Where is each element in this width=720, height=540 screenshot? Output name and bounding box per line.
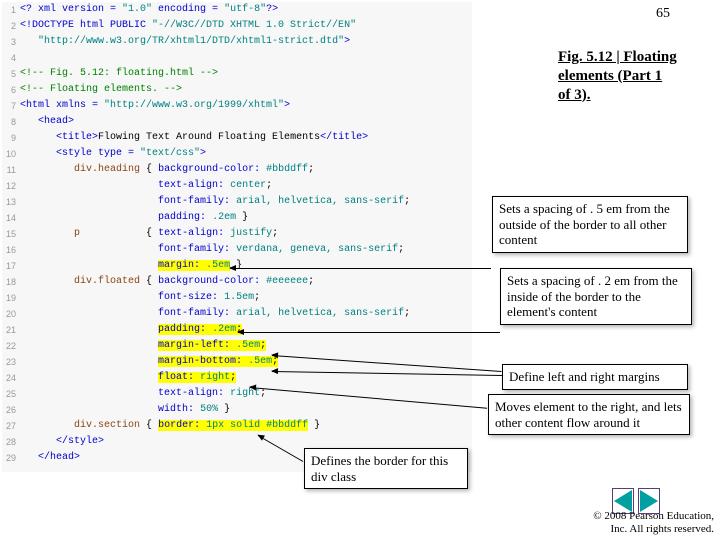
code-line: 20 font-family: arial, helvetica, sans-s…: [2, 306, 472, 322]
code-text: padding: .2em;: [20, 322, 242, 338]
code-text: <? xml version = "1.0" encoding = "utf-8…: [20, 2, 278, 18]
code-line: 22 margin-left: .5em;: [2, 338, 472, 354]
code-text: font-family: verdana, geneva, sans-serif…: [20, 242, 404, 258]
code-line: 15 p { text-align: justify;: [2, 226, 472, 242]
code-line: 5<!-- Fig. 5.12: floating.html -->: [2, 66, 472, 82]
code-text: font-family: arial, helvetica, sans-seri…: [20, 306, 410, 322]
code-line: 6<!-- Floating elements. -->: [2, 82, 472, 98]
line-number: 13: [2, 194, 20, 210]
code-block: 1<? xml version = "1.0" encoding = "utf-…: [2, 2, 472, 472]
code-text: <html xmlns = "http://www.w3.org/1999/xh…: [20, 98, 290, 114]
line-number: 6: [2, 82, 20, 98]
code-text: <!DOCTYPE html PUBLIC "-//W3C//DTD XHTML…: [20, 18, 356, 34]
code-text: text-align: right;: [20, 386, 266, 402]
code-line: 2<!DOCTYPE html PUBLIC "-//W3C//DTD XHTM…: [2, 18, 472, 34]
code-text: </style>: [20, 434, 104, 450]
line-number: 8: [2, 114, 20, 130]
code-text: <!-- Fig. 5.12: floating.html -->: [20, 66, 218, 82]
line-number: 14: [2, 210, 20, 226]
code-text: <head>: [20, 114, 74, 130]
code-text: font-family: arial, helvetica, sans-seri…: [20, 194, 410, 210]
line-number: 22: [2, 338, 20, 354]
line-number: 29: [2, 450, 20, 466]
annotation-margin-5em: Sets a spacing of . 5 em from the outsid…: [492, 196, 688, 253]
code-text: padding: .2em }: [20, 210, 248, 226]
arrow-icon: [230, 268, 491, 269]
code-text: </head>: [20, 450, 80, 466]
line-number: 20: [2, 306, 20, 322]
code-text: float: right;: [20, 370, 236, 386]
code-text: <title>Flowing Text Around Floating Elem…: [20, 130, 368, 146]
line-number: 12: [2, 178, 20, 194]
line-number: 27: [2, 418, 20, 434]
code-line: 11 div.heading { background-color: #bbdd…: [2, 162, 472, 178]
annotation-float-right: Moves element to the right, and lets oth…: [488, 394, 690, 435]
line-number: 1: [2, 2, 20, 18]
code-text: margin: .5em }: [20, 258, 242, 274]
slide-number: 65: [656, 6, 670, 22]
line-number: 24: [2, 370, 20, 386]
code-line: 27 div.section { border: 1px solid #bbdd…: [2, 418, 472, 434]
code-line: 23 margin-bottom: .5em;: [2, 354, 472, 370]
annotation-border: Defines the border for this div class: [304, 448, 468, 489]
code-text: <style type = "text/css">: [20, 146, 206, 162]
annotation-margins: Define left and right margins: [502, 364, 688, 390]
line-number: 28: [2, 434, 20, 450]
code-line: 1<? xml version = "1.0" encoding = "utf-…: [2, 2, 472, 18]
code-line: 9 <title>Flowing Text Around Floating El…: [2, 130, 472, 146]
code-line: 4: [2, 50, 472, 66]
line-number: 2: [2, 18, 20, 34]
code-text: div.heading { background-color: #bbddff;: [20, 162, 314, 178]
line-number: 26: [2, 402, 20, 418]
code-line: 13 font-family: arial, helvetica, sans-s…: [2, 194, 472, 210]
line-number: 21: [2, 322, 20, 338]
line-number: 18: [2, 274, 20, 290]
code-text: "http://www.w3.org/TR/xhtml1/DTD/xhtml1-…: [20, 34, 350, 50]
code-text: margin-left: .5em;: [20, 338, 266, 354]
line-number: 5: [2, 66, 20, 82]
line-number: 7: [2, 98, 20, 114]
code-text: font-size: 1.5em;: [20, 290, 260, 306]
figure-caption: Fig. 5.12 | Floating elements (Part 1 of…: [558, 48, 678, 104]
code-line: 19 font-size: 1.5em;: [2, 290, 472, 306]
code-text: div.floated { background-color: #eeeeee;: [20, 274, 314, 290]
code-line: 7<html xmlns = "http://www.w3.org/1999/x…: [2, 98, 472, 114]
code-line: 10 <style type = "text/css">: [2, 146, 472, 162]
code-line: 8 <head>: [2, 114, 472, 130]
code-text: text-align: center;: [20, 178, 272, 194]
line-number: 19: [2, 290, 20, 306]
code-line: 17 margin: .5em }: [2, 258, 472, 274]
line-number: 4: [2, 50, 20, 66]
annotation-padding-2em: Sets a spacing of . 2 em from the inside…: [500, 268, 692, 325]
line-number: 10: [2, 146, 20, 162]
line-number: 23: [2, 354, 20, 370]
line-number: 15: [2, 226, 20, 242]
footer-line2: Inc. All rights reserved.: [593, 523, 714, 536]
line-number: 9: [2, 130, 20, 146]
copyright-footer: © 2008 Pearson Education, Inc. All right…: [593, 510, 714, 536]
code-line: 12 text-align: center;: [2, 178, 472, 194]
footer-line1: © 2008 Pearson Education,: [593, 510, 714, 523]
code-line: 26 width: 50% }: [2, 402, 472, 418]
line-number: 11: [2, 162, 20, 178]
code-text: p { text-align: justify;: [20, 226, 278, 242]
line-number: 25: [2, 386, 20, 402]
code-line: 16 font-family: verdana, geneva, sans-se…: [2, 242, 472, 258]
line-number: 17: [2, 258, 20, 274]
code-text: width: 50% }: [20, 402, 230, 418]
code-text: div.section { border: 1px solid #bbddff …: [20, 418, 320, 434]
code-line: 3 "http://www.w3.org/TR/xhtml1/DTD/xhtml…: [2, 34, 472, 50]
line-number: 16: [2, 242, 20, 258]
arrow-icon: [238, 332, 500, 333]
code-line: 18 div.floated { background-color: #eeee…: [2, 274, 472, 290]
code-text: <!-- Floating elements. -->: [20, 82, 182, 98]
line-number: 3: [2, 34, 20, 50]
code-text: margin-bottom: .5em;: [20, 354, 278, 370]
code-line: 14 padding: .2em }: [2, 210, 472, 226]
